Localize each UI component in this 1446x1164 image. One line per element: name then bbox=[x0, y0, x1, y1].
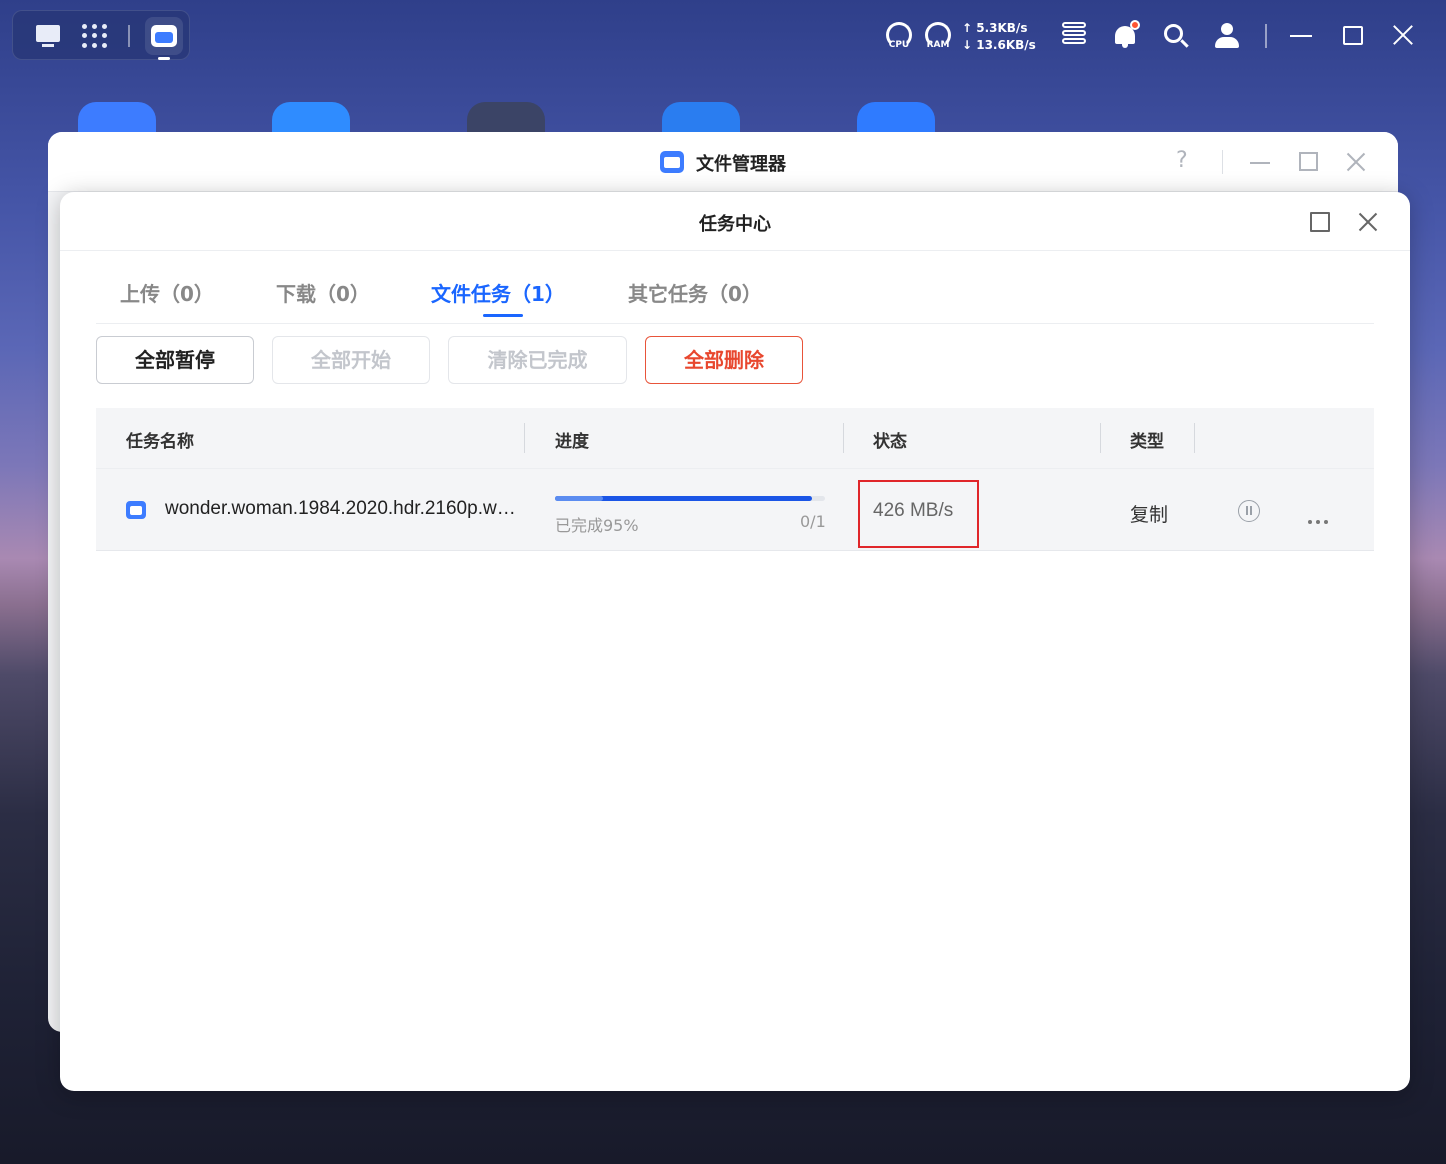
folder-icon bbox=[126, 501, 146, 519]
system-topbar: CPU RAM ↑ 5.3KB/s ↓ 13.6KB/s bbox=[0, 0, 1446, 72]
cpu-label: CPU bbox=[888, 40, 910, 50]
table-row[interactable]: wonder.woman.1984.2020.hdr.2160p.web.h26… bbox=[96, 468, 1374, 551]
titlebar-divider bbox=[1222, 150, 1223, 174]
progress-count: 0/1 bbox=[800, 512, 826, 531]
tab-upload[interactable]: 上传（0） bbox=[120, 278, 214, 307]
column-divider bbox=[843, 423, 844, 453]
status-speed: 426 MB/s bbox=[873, 500, 954, 521]
file-manager-taskbar-icon[interactable] bbox=[145, 17, 183, 60]
tab-file-tasks[interactable]: 文件任务（1） bbox=[431, 278, 565, 307]
network-speed: ↑ 5.3KB/s ↓ 13.6KB/s bbox=[962, 20, 1036, 54]
launcher-divider bbox=[128, 25, 130, 47]
task-type: 复制 bbox=[1130, 504, 1169, 526]
column-header-name[interactable]: 任务名称 bbox=[126, 427, 194, 452]
close-icon[interactable] bbox=[1356, 210, 1380, 234]
tab-other-tasks[interactable]: 其它任务（0） bbox=[628, 278, 762, 307]
close-icon[interactable] bbox=[1390, 22, 1416, 48]
maximize-icon[interactable] bbox=[1343, 26, 1363, 45]
column-header-status[interactable]: 状态 bbox=[873, 427, 907, 452]
folder-icon bbox=[660, 151, 684, 173]
user-icon[interactable] bbox=[1213, 22, 1241, 50]
app-grid-icon[interactable] bbox=[81, 23, 107, 49]
ram-label: RAM bbox=[926, 40, 950, 50]
download-speed: ↓ 13.6KB/s bbox=[962, 38, 1036, 52]
search-icon[interactable] bbox=[1162, 22, 1190, 50]
clear-completed-button[interactable]: 清除已完成 bbox=[448, 336, 627, 384]
topbar-divider bbox=[1265, 24, 1267, 48]
column-header-progress[interactable]: 进度 bbox=[555, 427, 589, 452]
maximize-icon[interactable] bbox=[1299, 152, 1318, 171]
cpu-gauge-icon[interactable]: CPU bbox=[882, 22, 916, 52]
task-tabs: 上传（0） 下载（0） 文件任务（1） 其它任务（0） bbox=[96, 252, 1374, 324]
help-icon[interactable]: ? bbox=[1176, 148, 1188, 173]
tab-download[interactable]: 下载（0） bbox=[276, 278, 370, 307]
task-table-header: 任务名称 进度 状态 类型 bbox=[96, 408, 1374, 468]
column-divider bbox=[1100, 423, 1101, 453]
pause-icon[interactable] bbox=[1238, 500, 1260, 522]
notification-bell-icon[interactable] bbox=[1111, 20, 1140, 50]
progress-text: 已完成95% bbox=[555, 516, 639, 535]
progress-bar bbox=[555, 496, 825, 501]
upload-speed: ↑ 5.3KB/s bbox=[962, 21, 1028, 35]
task-center-dialog: 任务中心 上传（0） 下载（0） 文件任务（1） 其它任务（0） 全部暂停 全部… bbox=[60, 192, 1410, 1091]
maximize-icon[interactable] bbox=[1310, 212, 1330, 232]
task-center-header: 任务中心 bbox=[60, 192, 1410, 251]
close-icon[interactable] bbox=[1344, 150, 1368, 174]
column-divider bbox=[1194, 423, 1195, 453]
desktop-icon[interactable] bbox=[35, 23, 61, 49]
task-name: wonder.woman.1984.2020.hdr.2160p.web.h26… bbox=[165, 498, 525, 519]
column-header-type[interactable]: 类型 bbox=[1130, 427, 1164, 452]
start-all-button[interactable]: 全部开始 bbox=[272, 336, 430, 384]
minimize-icon[interactable] bbox=[1290, 35, 1312, 37]
active-tab-indicator bbox=[483, 314, 523, 317]
dialog-title: 任务中心 bbox=[699, 214, 771, 235]
window-title: 文件管理器 bbox=[696, 154, 786, 175]
server-icon[interactable] bbox=[1060, 22, 1088, 50]
more-options-icon[interactable] bbox=[1308, 509, 1332, 524]
progress-bar-fill bbox=[555, 496, 812, 501]
minimize-icon[interactable] bbox=[1250, 162, 1270, 164]
file-manager-titlebar: 文件管理器 ? bbox=[48, 132, 1398, 192]
delete-all-button[interactable]: 全部删除 bbox=[645, 336, 803, 384]
ram-gauge-icon[interactable]: RAM bbox=[921, 22, 955, 52]
column-divider bbox=[524, 423, 525, 453]
pause-all-button[interactable]: 全部暂停 bbox=[96, 336, 254, 384]
app-launcher bbox=[12, 10, 190, 60]
